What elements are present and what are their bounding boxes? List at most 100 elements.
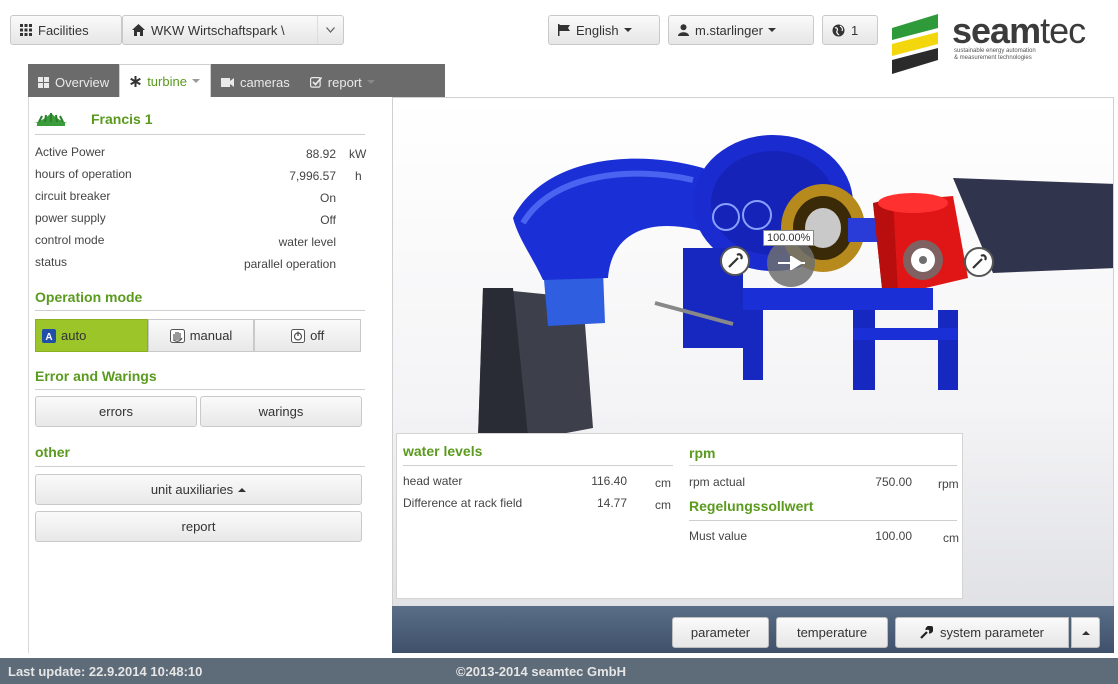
- active-power-unit: kW: [349, 147, 367, 161]
- rack-difference-unit: cm: [655, 498, 671, 512]
- rack-difference-value: 14.77: [596, 496, 627, 510]
- turbine-runner-icon: [35, 113, 67, 126]
- user-icon: [678, 24, 689, 36]
- operation-mode-title: Operation mode: [35, 289, 143, 305]
- caret-up-icon: [1081, 630, 1090, 635]
- tab-turbine[interactable]: turbine: [119, 64, 211, 97]
- tab-cameras[interactable]: cameras: [211, 67, 300, 97]
- system-parameter-button[interactable]: system parameter: [895, 617, 1069, 648]
- facilities-label: Facilities: [38, 22, 89, 38]
- logo-mark-icon: [892, 14, 938, 74]
- tab-overview[interactable]: Overview: [28, 67, 119, 97]
- facilities-button[interactable]: Facilities: [10, 15, 122, 45]
- operation-mode-toggle: A auto manual off: [35, 319, 362, 352]
- grid-icon: [38, 76, 49, 88]
- errors-button[interactable]: errors: [35, 396, 197, 427]
- rpm-title: rpm: [689, 445, 716, 461]
- mode-auto-label: auto: [61, 328, 87, 343]
- rpm-actual-label: rpm actual: [689, 475, 746, 489]
- caret-down-icon: [767, 28, 776, 32]
- site-name: WKW Wirtschaftspark \: [151, 22, 285, 38]
- circuit-breaker-value: On: [319, 191, 336, 205]
- copyright-text: ©2013-2014 seamtec GmbH: [456, 664, 627, 679]
- status-footer: Last update: 22.9.2014 10:48:10 ©2013-20…: [0, 658, 1118, 684]
- divider: [689, 520, 957, 521]
- mode-auto-button[interactable]: A auto: [35, 319, 148, 352]
- svg-text:A: A: [45, 332, 52, 343]
- site-dropdown-toggle[interactable]: [317, 16, 343, 44]
- tab-report[interactable]: report: [300, 67, 385, 97]
- rack-difference-label: Difference at rack field: [403, 496, 523, 510]
- opening-badge: 100.00%: [763, 230, 815, 246]
- last-update-text: Last update: 22.9.2014 10:48:10: [8, 664, 203, 679]
- errors-button-label: errors: [99, 404, 133, 419]
- auto-mode-icon: A: [42, 328, 56, 343]
- site-selector[interactable]: WKW Wirtschaftspark \: [122, 15, 344, 45]
- control-mode-value: water level: [278, 235, 336, 249]
- power-off-icon: [291, 328, 306, 343]
- mode-manual-button[interactable]: manual: [147, 319, 255, 352]
- check-square-icon: [309, 76, 322, 88]
- language-label: English: [576, 22, 619, 38]
- globe-count: 1: [851, 22, 859, 38]
- logo-tagline: sustainable energy automation & measurem…: [954, 48, 1036, 61]
- unit-title: Francis 1: [91, 111, 153, 127]
- caret-down-icon: [366, 80, 375, 84]
- logo-wordmark: seamtec: [952, 10, 1086, 51]
- divider: [35, 134, 365, 135]
- head-water-value: 116.40: [591, 474, 627, 488]
- user-dropdown[interactable]: m.starlinger: [668, 15, 814, 45]
- divider: [689, 465, 957, 466]
- mode-off-label: off: [310, 328, 325, 343]
- globe-icon: [832, 24, 845, 36]
- flag-icon: [558, 24, 570, 36]
- active-power-value: 88.92: [305, 147, 336, 161]
- water-levels-title: water levels: [403, 443, 483, 459]
- asterisk-icon: [130, 75, 141, 87]
- other-title: other: [35, 444, 70, 460]
- main-tabs: Overview turbine cameras report: [28, 64, 445, 97]
- parameter-button[interactable]: parameter: [672, 617, 769, 648]
- tab-label: cameras: [239, 74, 290, 90]
- user-label: m.starlinger: [695, 22, 763, 38]
- system-parameter-dropdown-toggle[interactable]: [1071, 617, 1100, 648]
- status-value: parallel operation: [243, 257, 336, 271]
- circuit-breaker-label: circuit breaker: [35, 189, 111, 203]
- home-icon: [132, 24, 145, 36]
- hand-icon: [169, 328, 185, 343]
- control-mode-label: control mode: [35, 233, 105, 247]
- tab-label: report: [327, 74, 362, 90]
- must-value-unit: cm: [943, 531, 959, 545]
- power-supply-value: Off: [320, 213, 336, 227]
- active-power-label: Active Power: [35, 145, 106, 159]
- chevron-down-icon: [326, 27, 335, 33]
- status-label: status: [35, 255, 68, 269]
- caret-up-icon: [238, 487, 247, 492]
- temperature-button[interactable]: temperature: [776, 617, 888, 648]
- report-button[interactable]: report: [35, 511, 362, 542]
- seamtec-logo: seamtec sustainable energy automation & …: [890, 8, 1116, 78]
- unit-auxiliaries-button[interactable]: unit auxiliaries: [35, 474, 362, 505]
- hours-unit: h: [355, 169, 362, 183]
- language-dropdown[interactable]: English: [548, 15, 660, 45]
- video-camera-icon: [220, 77, 234, 87]
- viewer-toolbar: parameter temperature system parameter: [392, 606, 1114, 653]
- unit-panel: Francis 1 Active Power 88.92 kW hours of…: [28, 97, 386, 653]
- head-water-unit: cm: [655, 476, 671, 490]
- rpm-actual-value: 750.00: [875, 475, 912, 489]
- rpm-actual-unit: rpm: [938, 477, 959, 491]
- report-button-label: report: [181, 519, 216, 534]
- globe-notifications-button[interactable]: 1: [822, 15, 878, 45]
- head-water-label: head water: [403, 474, 463, 488]
- regelung-title: Regelungssollwert: [689, 498, 814, 514]
- divider: [35, 389, 365, 390]
- warnings-button[interactable]: warings: [200, 396, 362, 427]
- must-value-value: 100.00: [875, 529, 912, 543]
- tab-label: Overview: [55, 74, 110, 90]
- mode-off-button[interactable]: off: [254, 319, 362, 352]
- tab-label: turbine: [147, 73, 187, 89]
- divider: [35, 466, 365, 467]
- unit-auxiliaries-label: unit auxiliaries: [150, 482, 234, 497]
- divider: [35, 310, 365, 311]
- hours-label: hours of operation: [35, 167, 132, 181]
